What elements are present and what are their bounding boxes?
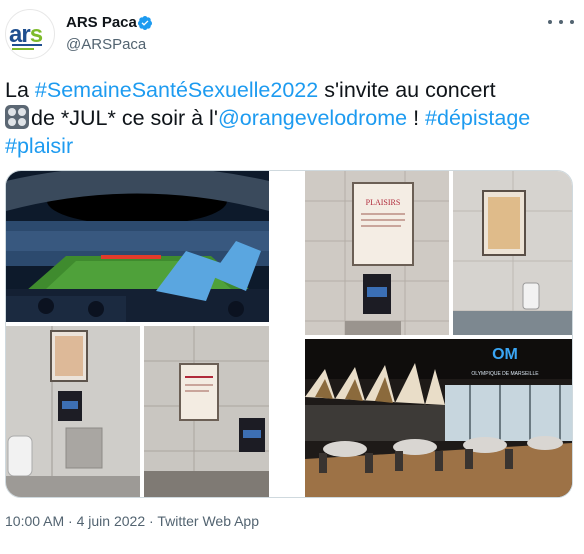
tweet-source-app[interactable]: Twitter Web App	[157, 513, 259, 529]
tweet-text-segment: La	[5, 78, 29, 102]
tweet-card: ars ARS Paca @ARSPaca La #SemaineSantéSe…	[0, 0, 584, 554]
om-sign: OLYMPIQUE DE MARSEILLE	[471, 371, 539, 377]
tweet-date[interactable]: 4 juin 2022	[77, 513, 146, 529]
profile-avatar[interactable]: ars	[5, 9, 55, 59]
photo-stadium[interactable]	[6, 171, 269, 322]
author-handle[interactable]: @ARSPaca	[66, 36, 146, 53]
media-grid: PLAISIRS OM OLYMPIQUE DE MARSEILLE	[5, 170, 573, 498]
avatar-logo-line	[12, 48, 34, 50]
tweet-time[interactable]: 10:00 AM	[5, 513, 64, 529]
om-logo-icon: OM	[492, 346, 518, 363]
tweet-text-segment: !	[407, 106, 426, 130]
poster-title: PLAISIRS	[366, 198, 401, 207]
meta-separator: ·	[64, 513, 77, 529]
meta-separator: ·	[145, 513, 158, 529]
hashtag-link[interactable]: #dépistage	[425, 106, 530, 130]
tweet-text-segment: s'invite au concert	[318, 78, 496, 102]
verified-badge-icon	[137, 16, 152, 30]
dice-emoji-icon	[5, 105, 29, 129]
photo-om-lounge[interactable]: OM OLYMPIQUE DE MARSEILLE	[305, 339, 572, 497]
avatar-logo-line	[12, 44, 42, 46]
hashtag-link[interactable]: #plaisir	[5, 134, 73, 158]
photo-wall-poster-dispenser[interactable]	[453, 171, 572, 335]
hashtag-link[interactable]: #SemaineSantéSexuelle2022	[35, 78, 318, 102]
author-name[interactable]: ARS Paca	[66, 14, 137, 31]
tweet-text: La #SemaineSantéSexuelle2022 s'invite au…	[5, 76, 575, 160]
more-options-icon[interactable]	[548, 12, 574, 32]
photo-restroom-poster[interactable]	[6, 326, 140, 497]
photo-corridor-poster[interactable]	[144, 326, 269, 497]
photo-hallway-poster[interactable]: PLAISIRS	[305, 171, 449, 335]
mention-link[interactable]: @orangevelodrome	[218, 106, 407, 130]
tweet-text-segment: de *JUL* ce soir à l'	[31, 106, 218, 130]
tweet-meta: 10:00 AM · 4 juin 2022 · Twitter Web App	[5, 513, 259, 529]
